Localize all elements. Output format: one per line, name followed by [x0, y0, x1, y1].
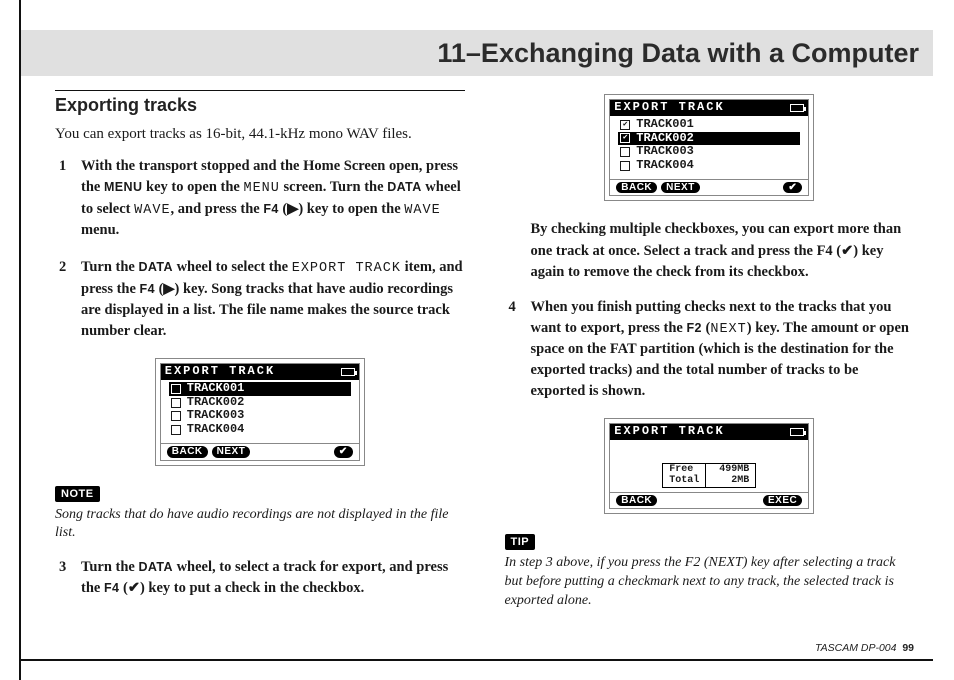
note-text: Song tracks that do have audio recording…	[55, 506, 465, 544]
checkbox-icon	[620, 161, 630, 171]
tip-text: In step 3 above, if you press the F2 (NE…	[505, 554, 915, 611]
tip-label: TIP	[505, 534, 536, 550]
step-4: When you finish putting checks next to t…	[505, 297, 915, 403]
steps-list: With the transport stopped and the Home …	[55, 156, 465, 342]
steps-list-4: When you finish putting checks next to t…	[505, 297, 915, 403]
step-3-continuation: By checking multiple checkboxes, you can…	[505, 219, 915, 282]
note-label: NOTE	[55, 486, 100, 502]
checkbox-icon	[620, 147, 630, 157]
step-3: Turn the DATA wheel, to select a track f…	[55, 557, 465, 599]
chapter-title: 11–Exchanging Data with a Computer	[437, 38, 919, 69]
section-intro: You can export tracks as 16-bit, 44.1-kH…	[55, 124, 465, 144]
checkbox-icon	[171, 384, 181, 394]
left-column: Exporting tracks You can export tracks a…	[55, 90, 465, 640]
export-info-table: Free499MB Total2MB	[662, 463, 756, 488]
checkbox-checked-icon	[620, 120, 630, 130]
checkbox-icon	[171, 425, 181, 435]
right-column: EXPORT TRACK TRACK001 TRACK002 TRACK003 …	[505, 90, 915, 640]
checkbox-icon	[171, 411, 181, 421]
section-heading: Exporting tracks	[55, 95, 465, 116]
footer-page-number: 99	[902, 642, 914, 654]
footer-product: TASCAM DP-004	[815, 642, 897, 654]
step-1: With the transport stopped and the Home …	[55, 156, 465, 241]
page-bottom-rule	[19, 659, 933, 661]
lcd-export-track-1: EXPORT TRACK TRACK001 TRACK002 TRACK003 …	[155, 358, 365, 465]
page-left-rule	[19, 0, 21, 680]
checkbox-checked-icon	[620, 133, 630, 143]
battery-icon	[790, 428, 804, 436]
step-2: Turn the DATA wheel to select the EXPORT…	[55, 257, 465, 342]
lcd-export-track-3: EXPORT TRACK Free499MB Total2MB BACK EXE…	[604, 418, 814, 514]
checkbox-icon	[171, 398, 181, 408]
lcd-export-track-2: EXPORT TRACK TRACK001 TRACK002 TRACK003 …	[604, 94, 814, 201]
content-area: Exporting tracks You can export tracks a…	[55, 90, 914, 640]
chapter-title-band: 11–Exchanging Data with a Computer	[21, 30, 933, 76]
battery-icon	[341, 368, 355, 376]
battery-icon	[790, 104, 804, 112]
section-rule	[55, 90, 465, 91]
steps-list-cont: Turn the DATA wheel, to select a track f…	[55, 557, 465, 599]
page-footer: TASCAM DP-004 99	[815, 642, 914, 654]
